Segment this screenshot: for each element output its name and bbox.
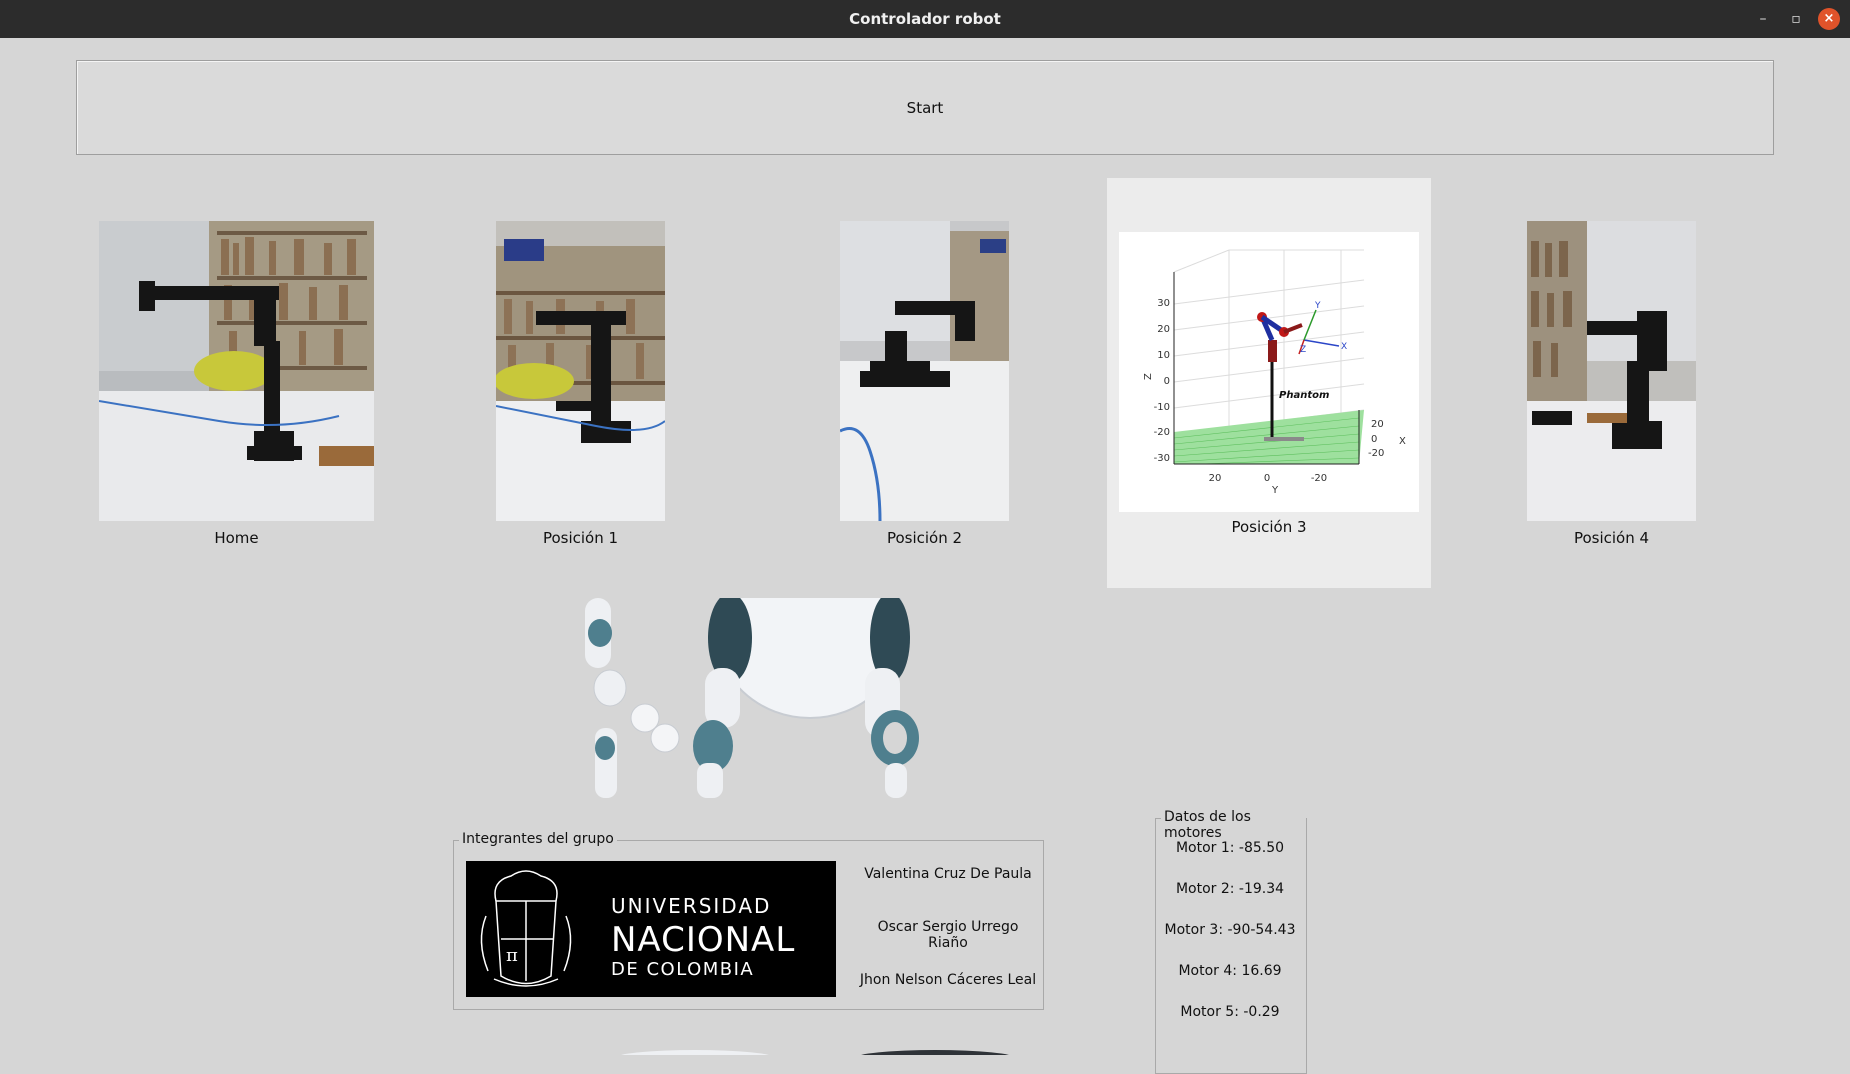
member-name: Valentina Cruz De Paula xyxy=(864,866,1032,882)
minimize-icon[interactable]: – xyxy=(1752,8,1774,30)
position-home-button[interactable]: Home xyxy=(99,221,374,581)
position-4-photo xyxy=(1527,221,1696,521)
z-tick: -10 xyxy=(1154,402,1170,413)
position-label: Home xyxy=(214,529,259,547)
main-window: Start Home Posición 1 Posición 2 Y Z X P… xyxy=(0,38,1850,1074)
robot-simulation-plot: Y Z X Phantom 30 20 10 0 -10 -20 -30 Z 2… xyxy=(1119,232,1419,512)
start-button[interactable]: Start xyxy=(76,60,1774,155)
position-label: Posición 2 xyxy=(886,529,963,547)
position-1-button[interactable]: Posición 1 xyxy=(496,221,665,581)
position-4-button[interactable]: Posición 4 xyxy=(1527,221,1696,581)
z-tick: 30 xyxy=(1157,298,1170,309)
close-icon[interactable]: × xyxy=(1818,8,1840,30)
logo-line3: DE COLOMBIA xyxy=(611,959,754,980)
group-members-box: Integrantes del grupo π UNIVERSIDAD NACI… xyxy=(453,831,1044,1010)
member-name: Oscar Sergio Urrego Riaño xyxy=(877,919,1019,951)
university-logo: π UNIVERSIDAD NACIONAL DE COLOMBIA xyxy=(466,861,836,997)
x-tick: -20 xyxy=(1368,448,1384,459)
y-axis-label: Y xyxy=(1271,485,1279,496)
motor-data-box: Datos de los motores Motor 1: -85.50 Mot… xyxy=(1155,809,1307,1074)
z-tick: -30 xyxy=(1154,453,1170,464)
title-bar: Controlador robot – ▫ × xyxy=(0,0,1850,38)
member-name: Jhon Nelson Cáceres Leal xyxy=(859,972,1037,988)
maximize-icon[interactable]: ▫ xyxy=(1785,8,1807,30)
position-3-button[interactable]: Y Z X Phantom 30 20 10 0 -10 -20 -30 Z 2… xyxy=(1107,178,1431,588)
frame-y-label: Y xyxy=(1314,301,1321,311)
z-tick: -20 xyxy=(1154,427,1170,438)
x-tick: 20 xyxy=(1371,419,1384,430)
position-label: Posición 3 xyxy=(1231,518,1307,536)
motor-3-value: Motor 3: -90-54.43 xyxy=(1164,922,1296,938)
y-tick: 20 xyxy=(1209,473,1222,484)
logo-line2: NACIONAL xyxy=(611,920,795,960)
frame-z-label: Z xyxy=(1300,345,1306,355)
position-2-photo xyxy=(840,221,1009,521)
motor-2-value: Motor 2: -19.34 xyxy=(1175,881,1285,897)
group-members-title: Integrantes del grupo xyxy=(459,831,617,847)
motor-data-title: Datos de los motores xyxy=(1161,809,1306,841)
svg-text:π: π xyxy=(506,945,518,966)
y-tick: 0 xyxy=(1264,473,1270,484)
position-label: Posición 4 xyxy=(1573,529,1650,547)
home-photo xyxy=(99,221,374,521)
start-button-label: Start xyxy=(906,98,944,117)
position-1-photo xyxy=(496,221,665,521)
position-2-button[interactable]: Posición 2 xyxy=(840,221,1009,581)
z-tick: 0 xyxy=(1164,376,1170,387)
frame-x-label: X xyxy=(1341,342,1347,352)
z-tick: 20 xyxy=(1157,324,1170,335)
z-tick: 10 xyxy=(1157,350,1170,361)
phantom-label: Phantom xyxy=(1279,390,1329,401)
motor-1-value: Motor 1: -85.50 xyxy=(1175,840,1285,856)
z-axis-label: Z xyxy=(1143,373,1154,380)
y-tick: -20 xyxy=(1311,473,1327,484)
x-tick: 0 xyxy=(1371,434,1377,445)
bottom-decoration xyxy=(605,1042,1035,1055)
motor-5-value: Motor 5: -0.29 xyxy=(1180,1004,1280,1020)
motor-4-value: Motor 4: 16.69 xyxy=(1178,963,1282,979)
position-label: Posición 1 xyxy=(542,529,619,547)
x-axis-label: X xyxy=(1399,436,1406,447)
logo-line1: UNIVERSIDAD xyxy=(611,894,771,918)
window-title: Controlador robot xyxy=(849,10,1001,28)
robot-illustration xyxy=(565,598,925,798)
